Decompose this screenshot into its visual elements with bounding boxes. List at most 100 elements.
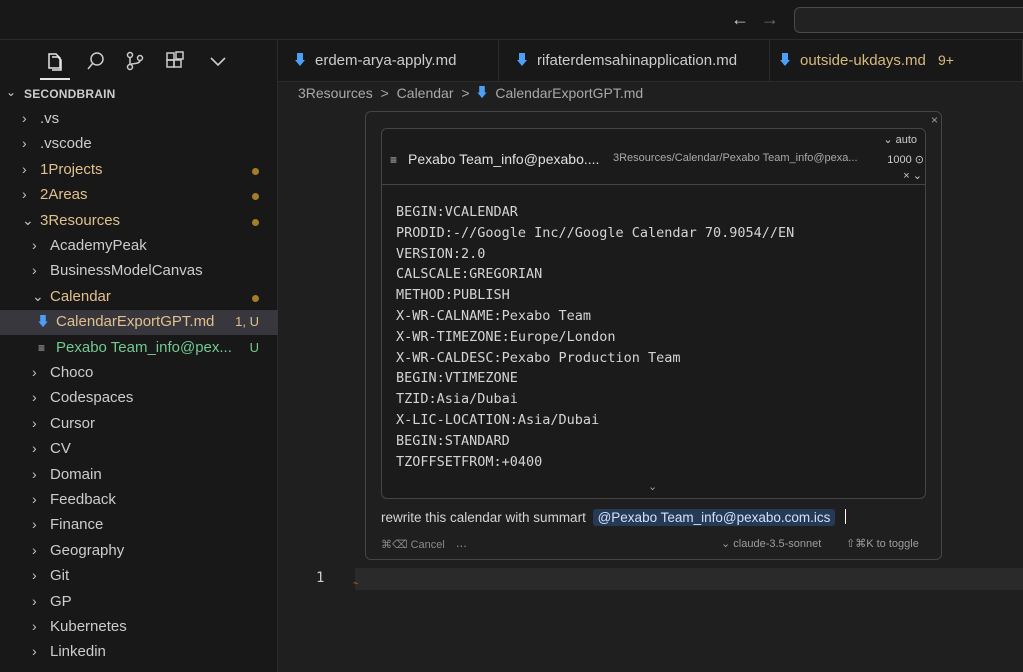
chevron-down-icon: ⌄ [22,211,34,228]
modified-dot [252,193,259,201]
chevron-right-icon: › [32,491,37,507]
tree-item-label: CalendarExportGPT.md [56,313,215,331]
files-icon[interactable] [44,50,66,72]
tree-item[interactable]: › AcademyPeak [0,234,278,259]
tree-item-label: AcademyPeak [50,237,147,254]
explorer-sidebar: ⌄ SECONDBRAIN › .vs › .vscode › 1Projects › 2Ar… [0,40,278,672]
tree-item[interactable]: ⌄ Calendar [0,285,278,310]
chevron-right-icon: › [32,364,37,380]
search-icon[interactable] [85,50,107,72]
model-selector[interactable]: ⌄ claude-3.5-sonnet [721,537,821,550]
tree-item[interactable]: › Finance [0,513,278,538]
breadcrumb-item[interactable]: 3Resources [298,85,373,101]
chevron-right-icon: › [32,237,37,253]
extensions-icon[interactable] [164,50,186,72]
tree-item-label: CV [50,440,71,458]
tree-item[interactable]: › Linkedin [0,640,278,665]
tab-outside-ukdays[interactable]: outside-ukdays.md 9+ [770,40,1023,82]
tab-erdem-arya-apply[interactable]: erdem-arya-apply.md [278,40,499,82]
warning-squiggle: ~ [353,578,359,588]
chevron-down-icon[interactable] [207,50,229,72]
prompt-text: rewrite this calendar with summart [381,510,586,525]
workspace-root-label: SECONDBRAIN [24,87,116,101]
chevron-right-icon: › [32,643,37,660]
tree-item[interactable]: › GP [0,590,278,615]
back-arrow-icon[interactable]: ← [731,9,749,30]
code-line: METHOD:PUBLISH [396,287,510,304]
attachment-title[interactable]: Pexabo Team_info@pexabo.... [408,151,599,167]
cancel-button[interactable]: ⌘⌫ Cancel [381,538,445,551]
chevron-right-icon: › [22,186,27,203]
tree-item[interactable]: CalendarExportGPT.md 1, U [0,310,278,336]
tree-item[interactable]: › BusinessModelCanvas [0,259,278,284]
modified-dot [252,167,259,175]
tree-item[interactable]: › Choco [0,361,278,386]
breadcrumb-item[interactable]: Calendar [397,85,454,101]
chevron-right-icon: › [22,110,27,126]
tree-item[interactable]: › Cursor [0,412,278,437]
code-line: X-WR-CALDESC:Pexabo Production Team [396,349,681,366]
expand-chevron-icon[interactable]: ⌄ [648,480,657,493]
toggle-hint: ⇧⌘K to toggle [846,538,919,550]
chat-input[interactable]: rewrite this calendar with summart @Pexa… [381,509,847,526]
active-view-indicator [40,78,70,80]
tree-item-label: Choco [50,364,94,381]
code-line: BEGIN:VCALENDAR [396,204,518,220]
markdown-file-icon [295,53,305,66]
tab-rifaterdemsahinapplication[interactable]: rifaterdemsahinapplication.md [499,40,770,82]
tree-item-label: Git [50,567,70,585]
tree-item-label: BusinessModelCanvas [50,262,203,280]
breadcrumb-separator: > [380,85,389,101]
more-options-button[interactable]: ... [456,535,467,550]
close-icon[interactable]: × [931,113,938,127]
command-center-input[interactable] [794,7,1023,33]
tree-item[interactable]: › Codespaces [0,386,278,411]
file-mention-chip[interactable]: @Pexabo Team_info@pexabo.com.ics [592,509,836,526]
tree-item[interactable]: › Git [0,564,278,589]
code-line: CALSCALE:GREGORIAN [396,266,543,283]
tree-item[interactable]: › 1Projects [0,158,278,183]
activity-bar [0,40,277,82]
chevron-right-icon: › [32,592,37,609]
tree-item[interactable]: › Geography [0,539,278,564]
code-line: BEGIN:VTIMEZONE [396,370,518,387]
tree-item[interactable]: ⌄ 3Resources [0,209,278,234]
tree-item[interactable]: › CV [0,437,278,462]
modified-dot [252,294,259,302]
chevron-right-icon: › [22,160,27,177]
tree-item-label: Cursor [50,414,96,432]
tree-item-label: .vscode [40,135,92,153]
chevron-right-icon: › [32,389,37,406]
tree-item[interactable]: › Kubernetes [0,615,278,640]
breadcrumb-item[interactable]: CalendarExportGPT.md [495,85,643,101]
current-line-highlight [355,568,1023,590]
code-line: PRODID:-//Google Inc//Google Calendar 70… [396,224,795,241]
workspace-root[interactable]: ⌄ SECONDBRAIN [0,84,278,104]
markdown-file-icon [38,315,48,328]
auto-dropdown[interactable]: ⌄ auto [883,133,917,146]
attachment-actions[interactable]: × ⌄ [903,169,922,182]
tree-item[interactable]: ≡ Pexabo Team_info@pex... U [0,336,278,361]
breadcrumb: 3Resources > Calendar > CalendarExportGP… [298,85,647,101]
line-number: 1 [316,570,325,586]
chevron-right-icon: › [32,262,37,279]
tree-item-label: Feedback [50,491,116,508]
tree-item[interactable]: › 2Areas [0,183,278,208]
tree-item[interactable]: › Feedback [0,488,278,513]
tree-item[interactable]: › .vscode [0,132,278,157]
tree-item-label: 2Areas [40,186,88,204]
editor-tabs: erdem-arya-apply.md rifaterdemsahinappli… [278,40,1023,82]
source-control-icon[interactable] [124,50,146,72]
tree-item[interactable]: › .vs [0,107,278,132]
tree-item-label: Linkedin [50,643,106,661]
chevron-right-icon: › [32,516,37,533]
markdown-file-icon [477,86,488,99]
markdown-file-icon [780,53,790,66]
problems-badge: 9+ [938,52,954,68]
forward-arrow-icon[interactable]: → [761,9,779,30]
code-line: X-LIC-LOCATION:Asia/Dubai [396,411,600,428]
chevron-right-icon: › [32,567,37,584]
tree-item[interactable]: › Domain [0,463,278,488]
chevron-right-icon: › [22,135,27,152]
tree-item-label: 1Projects [40,160,103,178]
